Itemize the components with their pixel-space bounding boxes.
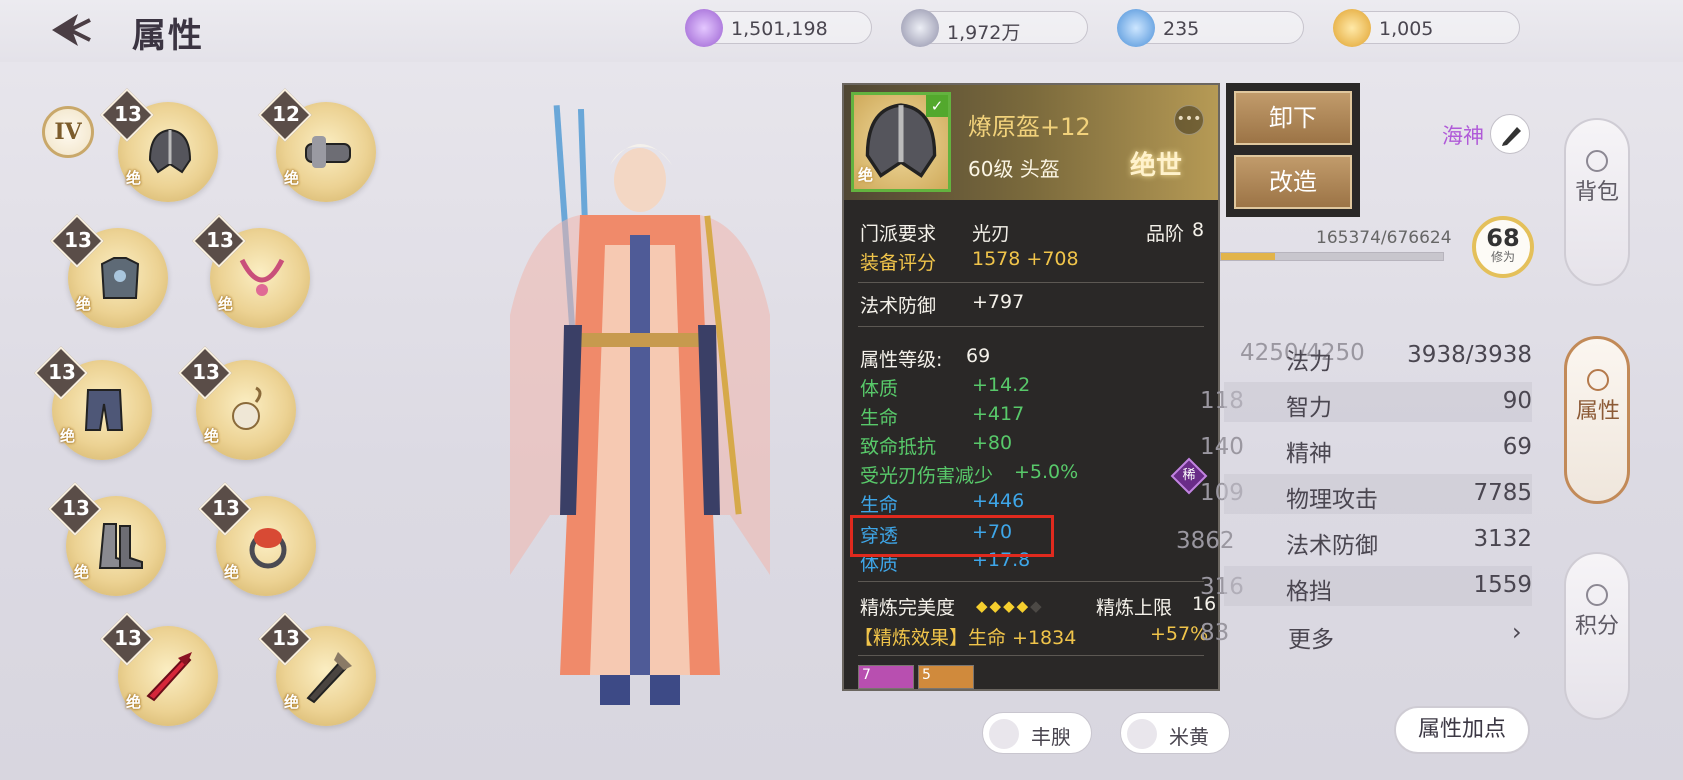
equipped-check-icon: ✓ — [926, 95, 948, 117]
gem-slot[interactable]: 7 — [858, 665, 914, 689]
body-type-button[interactable]: 丰腴 — [982, 712, 1092, 754]
equip-slot-boots[interactable]: 13 绝 — [48, 482, 166, 596]
necklace-icon — [239, 258, 285, 296]
sword-icon — [146, 652, 192, 702]
page-title: 属性 — [132, 16, 204, 56]
equip-slot-ring[interactable]: 13 绝 — [198, 482, 316, 596]
cultivation-badge[interactable]: 68 修为 — [1472, 216, 1534, 278]
equip-slot-armor[interactable]: 13 绝 — [50, 214, 168, 328]
gold-coin-icon — [1333, 9, 1371, 47]
stat-row: 格挡 1559 — [1224, 566, 1532, 606]
blue-orb-icon — [1117, 9, 1155, 47]
weapon-icon — [306, 652, 352, 704]
equip-slot-weapon[interactable]: 13 绝 — [258, 612, 376, 726]
character-name: 海神 — [1442, 124, 1484, 148]
highlight-box — [850, 515, 1054, 557]
experience-text: 165374/676624 — [1316, 228, 1452, 248]
equip-slot-pants[interactable]: 13 绝 — [34, 346, 152, 460]
skin-color-button[interactable]: 米黄 — [1120, 712, 1230, 754]
stat-row: 法力 3938/3938 — [1286, 342, 1532, 375]
equip-slot-necklace[interactable]: 13 绝 — [192, 214, 310, 328]
character-model — [510, 105, 770, 705]
tab-label: 背包 — [1574, 180, 1619, 205]
pendant-icon — [232, 386, 262, 430]
stat-row: 物理攻击 7785 — [1224, 474, 1532, 514]
modify-button[interactable]: 改造 — [1234, 155, 1352, 209]
top-bar: 属性 1,501,198 1,972万 235 1,005 — [0, 0, 1683, 62]
tab-label: 积分 — [1574, 614, 1619, 639]
item-rank: 绝世 — [1130, 151, 1183, 181]
item-icon: ✓ 绝 — [851, 92, 951, 192]
more-options-icon[interactable]: ••• — [1174, 105, 1204, 135]
refine-perfection-diamonds: ◆◆◆◆◆ — [976, 597, 1044, 615]
unequip-button[interactable]: 卸下 — [1234, 91, 1352, 145]
silver-coin-icon — [901, 9, 939, 47]
boots-icon — [98, 523, 143, 569]
item-tooltip: ✓ 绝 燎原盔+12 60级 头盔 绝世 ••• 门派要求 光刃 品阶 8 装备… — [842, 83, 1220, 691]
allocate-points-button[interactable]: 属性加点 — [1394, 706, 1530, 754]
helmet-icon — [148, 128, 192, 174]
equip-slot-pendant[interactable]: 13 绝 — [178, 346, 296, 460]
currency-orb: 235 — [1117, 9, 1304, 47]
body-icon — [989, 719, 1019, 749]
experience-bar — [1220, 252, 1444, 261]
pen-icon — [1502, 127, 1521, 146]
edit-name-button[interactable] — [1490, 114, 1530, 154]
tab-points[interactable]: 积分 — [1564, 552, 1630, 720]
currency-gold: 1,005 — [1333, 9, 1520, 47]
item-name: 燎原盔+12 — [968, 113, 1091, 141]
gauntlet-icon — [305, 136, 351, 168]
chevron-right-icon[interactable]: › — [1512, 618, 1522, 646]
more-stats-link[interactable]: 更多 — [1288, 620, 1334, 654]
equip-slot-sword[interactable]: 13 绝 — [100, 612, 218, 726]
item-level-type: 60级 头盔 — [968, 157, 1060, 181]
face-icon — [1127, 719, 1157, 749]
action-panel: 卸下 改造 — [1226, 83, 1360, 217]
points-icon — [1586, 584, 1608, 606]
tier-badge[interactable]: IV — [42, 106, 94, 158]
stat-row: 法术防御 3132 — [1286, 526, 1532, 559]
tooltip-header: ✓ 绝 燎原盔+12 60级 头盔 绝世 ••• — [844, 85, 1218, 200]
ring-icon — [249, 528, 287, 569]
tab-backpack[interactable]: 背包 — [1564, 118, 1630, 286]
equip-slot-helmet[interactable]: 13 绝 — [100, 88, 218, 202]
attribute-icon — [1587, 369, 1609, 391]
purple-gem-icon — [685, 9, 723, 47]
tab-label: 属性 — [1575, 399, 1620, 424]
pants-icon — [84, 389, 124, 431]
equip-slot-gauntlet[interactable]: 12 绝 — [258, 88, 376, 202]
currency-crystal: 1,501,198 — [685, 9, 872, 47]
gem-slot[interactable]: 5 — [918, 665, 974, 689]
tab-attributes[interactable]: 属性 — [1564, 336, 1630, 504]
armor-icon — [100, 257, 140, 299]
currency-silver: 1,972万 — [901, 9, 1088, 47]
stat-row: 精神 69 — [1286, 434, 1532, 467]
back-arrow-icon — [52, 14, 91, 46]
back-button[interactable] — [48, 10, 98, 50]
stat-row: 智力 90 — [1224, 382, 1532, 422]
backpack-icon — [1586, 150, 1608, 172]
